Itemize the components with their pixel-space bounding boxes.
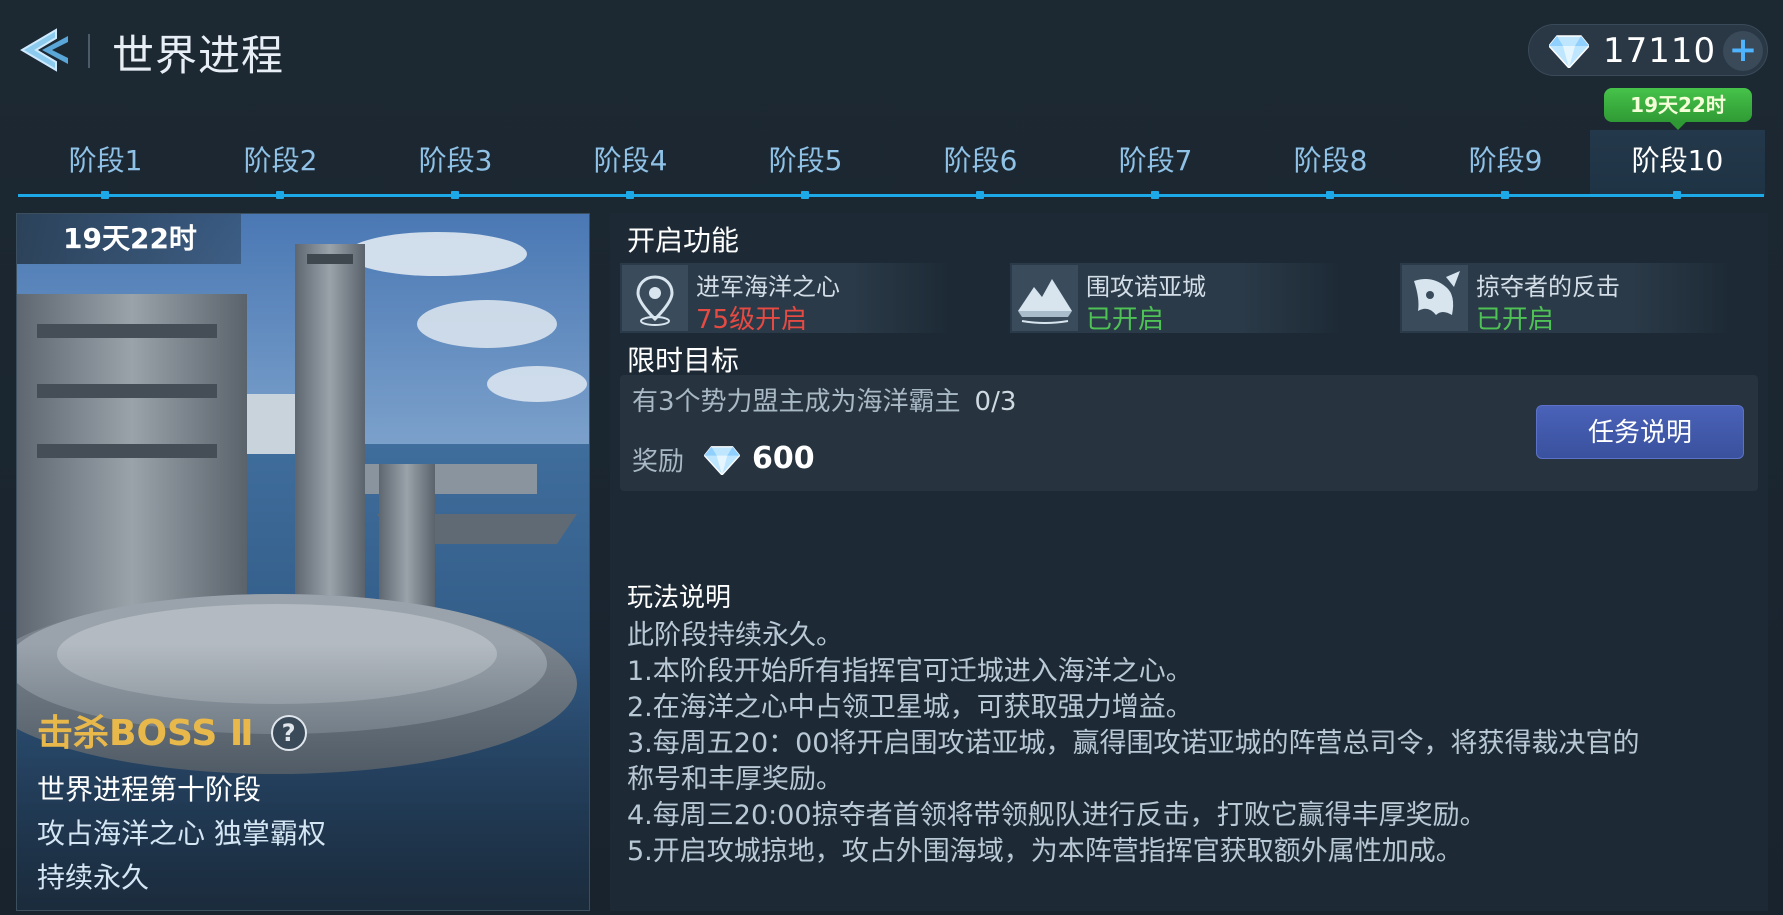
feature-status: 已开启 bbox=[1476, 305, 1555, 335]
goal-text: 有3个势力盟主成为海洋霸主 0/3 bbox=[632, 381, 1016, 418]
stage-details-panel: 开启功能 进军海洋之心 75级开启 围攻诺亚城 已开启 掠夺者的反击 已开启 限… bbox=[610, 213, 1768, 911]
feature-status: 已开启 bbox=[1086, 305, 1165, 335]
location-pin-icon bbox=[622, 265, 688, 331]
stage-description: 攻占海洋之心 独掌霸权 bbox=[37, 817, 326, 850]
feature-item[interactable]: 围攻诺亚城 已开启 bbox=[1010, 263, 1340, 335]
add-diamond-button[interactable]: + bbox=[1723, 31, 1763, 71]
goal-title: 限时目标 bbox=[627, 344, 740, 377]
world-progress-screen: 世界进程 17110 + 19天22时 阶段1 阶段2 阶段3 阶段4 阶段5 … bbox=[0, 0, 1783, 915]
rule-line: 3.每周五20：00将开启围攻诺亚城，赢得围攻诺亚城的阵营总司令，将获得裁决官的 bbox=[627, 728, 1640, 759]
rule-line: 1.本阶段开始所有指挥官可迁城进入海洋之心。 bbox=[627, 656, 1193, 687]
tab-stage-1[interactable]: 阶段1 bbox=[18, 130, 193, 196]
help-icon[interactable]: ? bbox=[270, 715, 307, 751]
stage-card-text: 击杀BOSS Ⅱ ? 世界进程第十阶段 攻占海洋之心 独掌霸权 持续永久 bbox=[37, 704, 577, 896]
tab-stage-9[interactable]: 阶段9 bbox=[1418, 130, 1593, 196]
tab-stage-4[interactable]: 阶段4 bbox=[543, 130, 718, 196]
rule-line: 2.在海洋之心中占领卫星城，可获取强力增益。 bbox=[627, 692, 1193, 723]
feature-item[interactable]: 掠夺者的反击 已开启 bbox=[1400, 263, 1730, 335]
stage-tabs: 阶段1 阶段2 阶段3 阶段4 阶段5 阶段6 阶段7 阶段8 阶段9 阶段10 bbox=[18, 130, 1765, 196]
feature-status: 75级开启 bbox=[696, 305, 808, 335]
raider-icon bbox=[1402, 265, 1468, 331]
tab-marker bbox=[976, 191, 984, 199]
goal-progress: 0/3 bbox=[974, 387, 1017, 417]
stage-duration: 持续永久 bbox=[37, 861, 150, 894]
rules-title: 玩法说明 bbox=[627, 583, 732, 613]
tab-stage-5[interactable]: 阶段5 bbox=[718, 130, 893, 196]
task-info-button[interactable]: 任务说明 bbox=[1536, 405, 1744, 459]
diamond-count: 17110 bbox=[1603, 31, 1717, 71]
stage-card: 19天22时 击杀BOSS Ⅱ ? 世界进程第十阶段 攻占海洋之心 独掌霸权 持… bbox=[16, 213, 590, 911]
diamond-balance: 17110 + bbox=[1528, 24, 1768, 76]
reward-label: 奖励 bbox=[632, 447, 685, 477]
rule-line: 称号和丰厚奖励。 bbox=[627, 764, 843, 795]
tab-marker bbox=[1326, 191, 1334, 199]
tab-stage-7[interactable]: 阶段7 bbox=[1068, 130, 1243, 196]
tab-marker bbox=[1673, 191, 1681, 199]
stage-timer-badge: 19天22时 bbox=[1604, 88, 1752, 130]
tab-marker bbox=[1501, 191, 1509, 199]
mountain-icon bbox=[1012, 265, 1078, 331]
card-timer: 19天22时 bbox=[17, 214, 241, 264]
feature-item[interactable]: 进军海洋之心 75级开启 bbox=[620, 263, 950, 335]
feature-name: 围攻诺亚城 bbox=[1086, 273, 1206, 301]
features-title: 开启功能 bbox=[627, 224, 740, 257]
tab-stage-2[interactable]: 阶段2 bbox=[193, 130, 368, 196]
back-button[interactable] bbox=[16, 22, 72, 78]
tab-marker bbox=[101, 191, 109, 199]
page-title: 世界进程 bbox=[112, 31, 285, 80]
tab-stage-3[interactable]: 阶段3 bbox=[368, 130, 543, 196]
rule-line: 4.每周三20:00掠夺者首领将带领舰队进行反击，打败它赢得丰厚奖励。 bbox=[627, 800, 1487, 831]
boss-title: 击杀BOSS Ⅱ bbox=[37, 713, 254, 754]
reward-value: 600 bbox=[752, 441, 815, 476]
diamond-icon bbox=[704, 446, 740, 475]
tab-marker bbox=[1151, 191, 1159, 199]
rule-line: 此阶段持续永久。 bbox=[627, 620, 843, 651]
back-arrow-icon bbox=[20, 28, 68, 72]
tab-marker bbox=[451, 191, 459, 199]
goal-description: 有3个势力盟主成为海洋霸主 bbox=[632, 387, 961, 417]
feature-name: 掠夺者的反击 bbox=[1476, 273, 1620, 301]
stage-name: 世界进程第十阶段 bbox=[37, 773, 262, 806]
tab-marker bbox=[276, 191, 284, 199]
tab-marker bbox=[626, 191, 634, 199]
goal-box: 有3个势力盟主成为海洋霸主 0/3 奖励 600 任务说明 bbox=[620, 375, 1758, 491]
tab-marker bbox=[801, 191, 809, 199]
tab-stage-6[interactable]: 阶段6 bbox=[893, 130, 1068, 196]
tab-stage-10[interactable]: 阶段10 bbox=[1590, 130, 1765, 196]
title-divider bbox=[88, 34, 90, 68]
diamond-icon bbox=[1549, 35, 1589, 68]
feature-name: 进军海洋之心 bbox=[696, 273, 840, 301]
tab-stage-8[interactable]: 阶段8 bbox=[1243, 130, 1418, 196]
rules-section: 玩法说明 此阶段持续永久。 1.本阶段开始所有指挥官可迁城进入海洋之心。 2.在… bbox=[627, 577, 1757, 870]
rule-line: 5.开启攻城掠地，攻占外围海域，为本阵营指挥官获取额外属性加成。 bbox=[627, 836, 1463, 867]
